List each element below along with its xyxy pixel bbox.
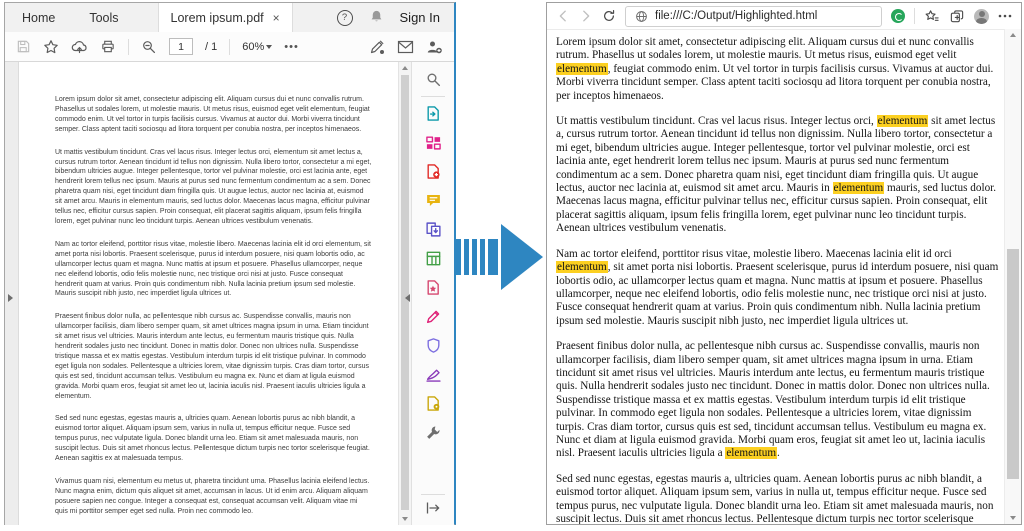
highlighted-term: elementum [556, 63, 608, 75]
expand-tools-panel-icon[interactable] [425, 501, 441, 520]
paragraph: Sed sed nunc egestas, egestas mauris a, … [556, 473, 1001, 524]
pdf-content-area: Lorem ipsum dolor sit amet, consectetur … [5, 62, 454, 525]
pdf-viewer-window: Home Tools Lorem ipsum.pdf × ? Sign In [4, 2, 456, 525]
notifications-bell-icon[interactable] [369, 9, 384, 27]
browser-content: Lorem ipsum dolor sit amet, consectetur … [547, 29, 1005, 524]
favorites-icon[interactable] [924, 9, 940, 24]
zoom-level-dropdown[interactable]: 60% [242, 41, 272, 53]
certificates-icon[interactable] [425, 366, 442, 383]
paragraph: Vivamus quam nisi, elementum eu metus ut… [55, 477, 372, 517]
comment-icon[interactable] [425, 192, 442, 209]
url-text: file:///C:/Output/Highlighted.html [655, 10, 817, 22]
highlighted-term: elementum [877, 115, 929, 127]
add-contact-icon[interactable] [426, 39, 443, 55]
close-icon[interactable]: × [273, 12, 280, 24]
paragraph: Ut mattis vestibulum tincidunt. Cras vel… [556, 115, 1001, 236]
collections-icon[interactable] [949, 9, 965, 24]
more-icon[interactable] [998, 14, 1012, 18]
paragraph: Sed sed nunc egestas, egestas mauris a, … [55, 414, 372, 464]
save-icon[interactable] [16, 39, 31, 54]
collapse-tools-panel-icon[interactable] [405, 294, 410, 302]
document-tab-label: Lorem ipsum.pdf [171, 11, 264, 25]
paragraph: Lorem ipsum dolor sit amet, consectetur … [556, 36, 1001, 103]
text-segment: Sed sed nunc egestas, egestas mauris a, … [556, 473, 993, 524]
paragraph: Praesent finibus dolor nulla, ac pellent… [55, 312, 372, 401]
scroll-down-icon[interactable] [1010, 516, 1016, 520]
paragraph: Nam ac tortor eleifend, porttitor risus … [556, 248, 1001, 328]
organize-pages-icon[interactable] [425, 250, 442, 267]
highlighted-term: elementum [556, 261, 608, 273]
scroll-up-icon[interactable] [402, 66, 408, 70]
browser-window: file:///C:/Output/Highlighted.html Lorem… [546, 2, 1022, 525]
help-icon[interactable]: ? [337, 10, 353, 26]
nav-pane-strip[interactable] [5, 62, 19, 525]
profile-avatar[interactable] [974, 9, 989, 24]
scroll-up-icon[interactable] [1010, 33, 1016, 37]
paragraph: Nam ac tortor eleifend, porttitor risus … [55, 240, 372, 299]
search-zoom-icon[interactable] [141, 39, 157, 55]
search-zoom-icon[interactable] [425, 71, 442, 88]
text-segment: , sit amet porta nisi lobortis. Praesent… [556, 261, 998, 327]
forward-icon[interactable] [579, 9, 593, 23]
text-segment: . [777, 447, 780, 459]
pdf-page: Lorem ipsum dolor sit amet, consectetur … [19, 62, 398, 525]
text-segment: Praesent finibus dolor nulla, ac pellent… [556, 340, 990, 459]
tools-panel [411, 62, 454, 525]
scrollbar-thumb[interactable] [1007, 249, 1019, 479]
edit-pdf-icon[interactable] [425, 134, 442, 151]
pdf-toolbar: 1 / 1 60% ••• [5, 32, 454, 62]
browser-scrollbar[interactable] [1004, 29, 1021, 524]
address-bar[interactable]: file:///C:/Output/Highlighted.html [625, 6, 882, 27]
refresh-icon[interactable] [602, 9, 616, 23]
paragraph: Praesent finibus dolor nulla, ac pellent… [556, 340, 1001, 461]
fill-sign-icon[interactable] [425, 308, 442, 325]
sign-pen-icon[interactable] [369, 39, 385, 55]
scrollbar-thumb[interactable] [401, 75, 409, 510]
divider [421, 494, 445, 495]
back-icon[interactable] [556, 9, 570, 23]
text-segment: Ut mattis vestibulum tincidunt. Cras vel… [556, 115, 877, 127]
paragraph: Lorem ipsum dolor sit amet, consectetur … [55, 95, 372, 135]
create-pdf-icon[interactable] [425, 163, 442, 180]
more-tools-icon[interactable] [425, 424, 442, 441]
text-segment: Lorem ipsum dolor sit amet, consectetur … [556, 36, 974, 61]
zoom-level-value: 60% [242, 41, 264, 53]
document-tab[interactable]: Lorem ipsum.pdf × [158, 3, 293, 32]
overflow-menu-icon[interactable]: ••• [284, 41, 299, 53]
divider [421, 96, 445, 97]
expand-nav-pane-icon[interactable] [8, 294, 13, 302]
scan-ocr-icon[interactable] [425, 279, 442, 296]
email-icon[interactable] [397, 40, 414, 54]
extension-icon[interactable] [891, 9, 905, 23]
export-pdf-icon[interactable] [425, 105, 442, 122]
tab-home[interactable]: Home [5, 3, 72, 32]
cloud-upload-icon[interactable] [71, 39, 88, 54]
sign-in-button[interactable]: Sign In [400, 10, 440, 25]
page-count-label: / 1 [205, 41, 217, 53]
highlighted-term: elementum [725, 447, 777, 459]
combine-files-icon[interactable] [425, 221, 442, 238]
text-segment: , feugiat commodo enim. Ut vel tortor in… [556, 63, 993, 102]
tab-tools[interactable]: Tools [72, 3, 135, 32]
pdf-tab-bar: Home Tools Lorem ipsum.pdf × ? Sign In [5, 3, 454, 32]
paragraph: Ut mattis vestibulum tincidunt. Cras vel… [55, 148, 372, 227]
prepare-form-icon[interactable] [425, 395, 442, 412]
globe-icon [635, 10, 648, 23]
protect-icon[interactable] [425, 337, 442, 354]
transfer-arrow [456, 224, 544, 295]
highlighted-term: elementum [833, 182, 885, 194]
favorite-star-icon[interactable] [43, 39, 59, 55]
page-number-input[interactable]: 1 [169, 38, 193, 55]
scroll-down-icon[interactable] [402, 517, 408, 521]
print-icon[interactable] [100, 39, 116, 54]
browser-toolbar: file:///C:/Output/Highlighted.html [547, 3, 1021, 30]
chevron-down-icon [266, 45, 272, 49]
text-segment: Nam ac tortor eleifend, porttitor risus … [556, 248, 952, 260]
